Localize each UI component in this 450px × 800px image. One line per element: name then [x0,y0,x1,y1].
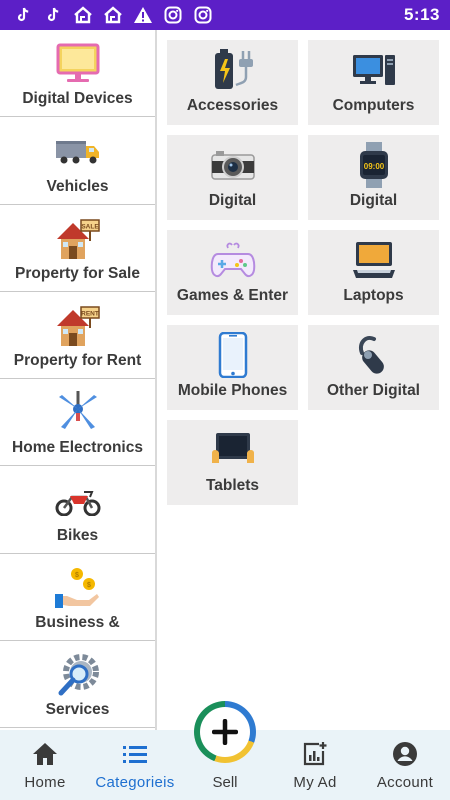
notification-icons [12,5,213,26]
nav-label: Home [24,774,66,791]
subcategory-label: Digital [349,192,398,209]
bluetooth-headset-icon [350,332,398,378]
subcategory-label: Games & Enter [176,287,289,304]
category-label: Property for Rent [13,352,142,370]
house-rent-icon: RENT [54,304,102,348]
list-icon [121,740,149,768]
home-notification-icon [72,5,93,26]
category-property-sale[interactable]: SALE Property for Sale [0,205,155,292]
house-sale-icon: SALE [54,217,102,261]
category-label: Services [45,701,110,719]
subcategory-label: Mobile Phones [177,382,288,399]
category-property-rent[interactable]: RENT Property for Rent [0,292,155,380]
category-list[interactable]: Digital Devices Vehicles SALE Property f… [0,30,157,730]
nav-categories[interactable]: Categorieis [90,740,180,791]
battery-plug-icon [209,47,257,93]
sell-label[interactable]: Sell [180,774,270,791]
svg-text:09:00: 09:00 [363,162,384,171]
subcategory-label: Tablets [205,477,260,494]
subcategory-label: Other Digital [326,382,420,399]
category-label: Vehicles [46,177,109,195]
motorbike-icon [54,479,102,523]
category-label: Home Electronics [12,439,143,457]
subcategory-computers[interactable]: Computers [308,40,439,125]
category-label: Digital Devices [22,90,133,108]
camera-icon [209,142,257,188]
account-circle-icon [391,740,419,768]
svg-text:$: $ [75,572,79,579]
category-label: Bikes [56,526,99,544]
subcategory-accessories[interactable]: Accessories [167,40,298,125]
subcategory-tablets[interactable]: Tablets [167,420,298,505]
subcategory-label: Accessories [186,97,279,114]
subcategory-laptops[interactable]: Laptops [308,230,439,315]
svg-text:RENT: RENT [81,311,99,318]
gamepad-icon [209,237,257,283]
category-business[interactable]: $ $ Business & [0,554,155,642]
home-notification-icon [102,5,123,26]
category-bikes[interactable]: Bikes [0,466,155,554]
status-bar: 5:13 [0,0,450,30]
plus-icon [200,707,250,757]
nav-label: My Ad [293,774,337,791]
smartphone-icon [209,332,257,378]
nav-my-ad[interactable]: My Ad [270,740,360,791]
nav-home[interactable]: Home [0,740,90,791]
svg-text:SALE: SALE [81,223,99,230]
svg-text:$: $ [87,582,91,589]
subcategory-mobile-phones[interactable]: Mobile Phones [167,325,298,410]
subcategory-label: Laptops [343,287,404,304]
desktop-computer-icon [350,47,398,93]
warning-icon [132,5,153,26]
category-services[interactable]: Services [0,641,155,729]
nav-account[interactable]: Account [360,740,450,791]
laptop-icon [350,237,398,283]
home-icon [31,740,59,768]
subcategory-label: Computers [332,97,415,114]
subcategory-other-digital[interactable]: Other Digital [308,325,439,410]
subcategory-games[interactable]: Games & Enter [167,230,298,315]
tiktok-icon [42,5,63,26]
truck-icon [54,130,102,174]
subcategory-digital-watch[interactable]: 09:00 Digital [308,135,439,220]
monitor-icon [54,42,102,86]
status-time: 5:13 [403,5,440,24]
subcategory-digital-camera[interactable]: Digital [167,135,298,220]
hand-coins-icon: $ $ [54,566,102,610]
category-vehicles[interactable]: Vehicles [0,117,155,205]
post-add-icon [301,740,329,768]
category-label: Property for Sale [15,264,140,282]
nav-label: Categorieis [95,774,175,791]
category-home-electronics[interactable]: Home Electronics [0,379,155,467]
tiktok-icon [12,5,33,26]
tablet-icon [209,427,257,473]
category-label: Business & [35,614,120,632]
smartwatch-icon: 09:00 [350,142,398,188]
subcategory-label: Digital [208,192,257,209]
sell-button[interactable] [194,701,256,763]
category-digital-devices[interactable]: Digital Devices [0,30,155,118]
gear-search-icon [54,653,102,697]
subcategory-grid: Accessories Computers Digital 09:00 Digi… [167,40,441,505]
instagram-icon [162,5,183,26]
instagram-icon [192,5,213,26]
nav-label: Account [376,774,434,791]
ceiling-fan-icon [54,391,102,435]
